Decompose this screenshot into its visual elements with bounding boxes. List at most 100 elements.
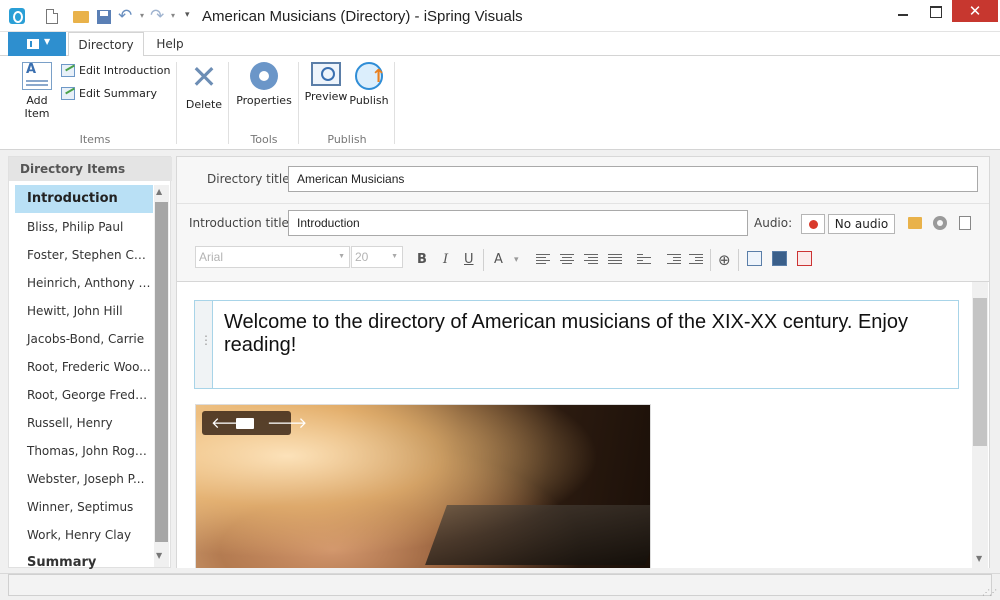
- bullet-list-icon[interactable]: [637, 254, 651, 266]
- font-family-value: Arial: [199, 250, 224, 264]
- arrow-right-icon[interactable]: 🡒: [267, 413, 307, 433]
- chevron-down-icon: ▼: [391, 253, 398, 260]
- add-item-button[interactable]: Add Item: [18, 62, 56, 120]
- introduction-title-input[interactable]: Introduction: [288, 210, 748, 236]
- font-size-select[interactable]: 20 ▼: [351, 246, 403, 268]
- group-label-items: Items: [79, 133, 111, 146]
- align-right-icon[interactable]: [584, 254, 598, 266]
- delete-label: Delete: [185, 98, 223, 111]
- sidebar-scrollbar[interactable]: ▲ ▼: [154, 185, 169, 567]
- notes-icon[interactable]: [959, 216, 971, 230]
- list-item[interactable]: Hewitt, John Hill: [15, 297, 153, 325]
- open-folder-icon[interactable]: [236, 418, 254, 429]
- list-item[interactable]: Work, Henry Clay: [15, 521, 153, 549]
- audio-value: No audio: [828, 214, 895, 234]
- list-item[interactable]: Bliss, Philip Paul: [15, 213, 153, 241]
- group-label-publish: Publish: [327, 133, 367, 146]
- font-color-menu-icon[interactable]: ▾: [514, 252, 519, 268]
- delete-icon: ✕: [190, 58, 218, 96]
- redo-menu-icon[interactable]: ▾: [171, 11, 175, 20]
- group-label-tools: Tools: [250, 133, 278, 146]
- undo-menu-icon[interactable]: ▾: [140, 11, 144, 20]
- list-item-introduction[interactable]: Introduction: [15, 185, 153, 213]
- toolbar-divider: [710, 249, 711, 271]
- editor-scrollbar[interactable]: ▼: [972, 282, 988, 568]
- align-center-icon[interactable]: [560, 254, 574, 266]
- file-menu-button[interactable]: ▼: [8, 32, 66, 56]
- list-item[interactable]: Winner, Septimus: [15, 493, 153, 521]
- list-item[interactable]: Root, Frederic Woo...: [15, 353, 153, 381]
- properties-button[interactable]: Properties: [234, 62, 294, 107]
- list-item[interactable]: Jacobs-Bond, Carrie: [15, 325, 153, 353]
- tab-directory[interactable]: Directory: [68, 32, 144, 57]
- directory-items-list: Introduction Bliss, Philip Paul Foster, …: [15, 185, 153, 577]
- maximize-button[interactable]: [920, 0, 950, 22]
- record-audio-button[interactable]: [801, 214, 825, 234]
- folder-icon[interactable]: [908, 217, 922, 229]
- add-item-label: Add Item: [24, 94, 50, 120]
- audio-label: Audio:: [754, 216, 793, 230]
- undo-icon[interactable]: ↶: [118, 6, 132, 26]
- tab-help[interactable]: Help: [150, 32, 190, 57]
- font-family-select[interactable]: Arial ▼: [195, 246, 350, 268]
- insert-link-icon[interactable]: ⊕: [718, 252, 731, 268]
- font-color-button[interactable]: A: [494, 252, 503, 268]
- increase-indent-icon[interactable]: [689, 254, 703, 266]
- insert-flash-icon[interactable]: [797, 251, 812, 266]
- preview-button[interactable]: Preview: [304, 62, 348, 103]
- chevron-down-icon: ▼: [44, 37, 51, 46]
- new-file-icon[interactable]: [46, 9, 58, 24]
- app-logo-icon[interactable]: [9, 8, 25, 24]
- toolbar-divider: [738, 249, 739, 271]
- image-toolbar: 🡐 🡒: [202, 411, 307, 435]
- bold-button[interactable]: B: [417, 252, 427, 268]
- customize-toolbar-icon[interactable]: ▾: [185, 10, 190, 20]
- open-folder-icon[interactable]: [73, 11, 89, 23]
- insert-video-icon[interactable]: [772, 251, 787, 266]
- introduction-text[interactable]: Welcome to the directory of American mus…: [224, 311, 944, 357]
- directory-title-input[interactable]: American Musicians: [288, 166, 978, 192]
- list-item[interactable]: Thomas, John Rogers: [15, 437, 153, 465]
- list-item[interactable]: Foster, Stephen Col...: [15, 241, 153, 269]
- list-item[interactable]: Russell, Henry: [15, 409, 153, 437]
- align-left-icon[interactable]: [536, 254, 550, 266]
- status-bar-panel: [8, 574, 992, 596]
- content-editor[interactable]: Welcome to the directory of American mus…: [177, 281, 989, 568]
- gear-icon: [250, 62, 278, 90]
- insert-image-icon[interactable]: [747, 251, 762, 266]
- item-editor-panel: Directory title: American Musicians Intr…: [176, 156, 990, 568]
- ribbon-tabs: ▼ Directory Help: [0, 32, 1000, 57]
- properties-label: Properties: [236, 94, 292, 107]
- edit-summary-button[interactable]: Edit Summary: [61, 86, 157, 104]
- edit-introduction-label: Edit Introduction: [79, 64, 171, 77]
- gear-icon[interactable]: [933, 216, 947, 230]
- delete-button[interactable]: ✕ Delete: [184, 58, 224, 111]
- scroll-down-icon[interactable]: ▼: [156, 551, 162, 560]
- divider: [177, 203, 989, 204]
- italic-button[interactable]: I: [443, 252, 448, 268]
- list-item[interactable]: Heinrich, Anthony P...: [15, 269, 153, 297]
- photo-keyboard-shape: [425, 505, 650, 565]
- decrease-indent-icon[interactable]: [667, 254, 681, 266]
- list-item[interactable]: Webster, Joseph P...: [15, 465, 153, 493]
- underline-button[interactable]: U: [464, 252, 474, 268]
- save-icon[interactable]: [97, 10, 111, 24]
- minimize-button[interactable]: [886, 0, 920, 22]
- list-item[interactable]: Root, George Frede...: [15, 381, 153, 409]
- editor-scroll-thumb[interactable]: [973, 298, 987, 446]
- image-block[interactable]: 🡐 🡒: [195, 404, 651, 568]
- sidebar-scroll-thumb[interactable]: [155, 202, 168, 542]
- redo-icon[interactable]: ↷: [150, 6, 164, 26]
- scroll-up-icon[interactable]: ▲: [156, 187, 162, 196]
- scroll-down-icon[interactable]: ▼: [976, 554, 982, 563]
- text-block[interactable]: Welcome to the directory of American mus…: [194, 300, 959, 389]
- align-justify-icon[interactable]: [608, 254, 622, 266]
- edit-introduction-button[interactable]: Edit Introduction: [61, 63, 170, 81]
- close-button[interactable]: ✕: [952, 0, 998, 22]
- drag-handle[interactable]: [195, 301, 213, 388]
- edit-summary-label: Edit Summary: [79, 87, 157, 100]
- add-item-icon: [22, 62, 52, 90]
- font-size-value: 20: [355, 250, 369, 264]
- resize-grip-icon[interactable]: ⋰⋰: [982, 588, 997, 597]
- publish-button[interactable]: Publish: [347, 62, 391, 107]
